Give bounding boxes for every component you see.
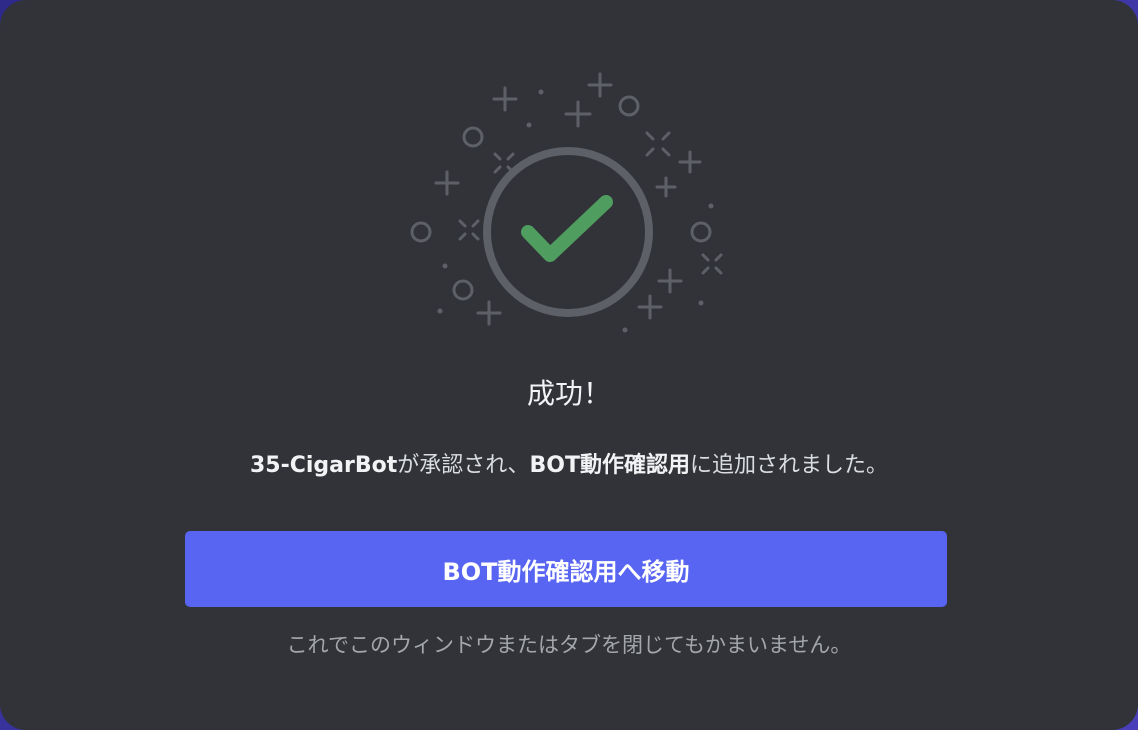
success-modal: 成功！ 35-CigarBotが承認され、BOT動作確認用に追加されました。 B… <box>0 0 1138 730</box>
dot-decorations <box>437 89 714 333</box>
success-title: 成功！ <box>526 377 611 410</box>
message-part-2: に追加されました。 <box>689 453 888 478</box>
close-window-hint: これでこのウィンドウまたはタブを閉じてもかまいません。 <box>286 633 852 657</box>
sparkle-decorations <box>410 72 723 326</box>
go-to-server-button[interactable]: BOT動作確認用へ移動 <box>185 531 947 607</box>
success-message: 35-CigarBotが承認され、BOT動作確認用に追加されました。 <box>0 448 1138 484</box>
success-illustration <box>410 72 723 333</box>
checkmark-circle-icon <box>483 147 653 317</box>
message-part-1: が承認され、 <box>397 453 530 478</box>
server-name: BOT動作確認用 <box>529 453 690 478</box>
bot-name: 35-CigarBot <box>249 453 398 478</box>
